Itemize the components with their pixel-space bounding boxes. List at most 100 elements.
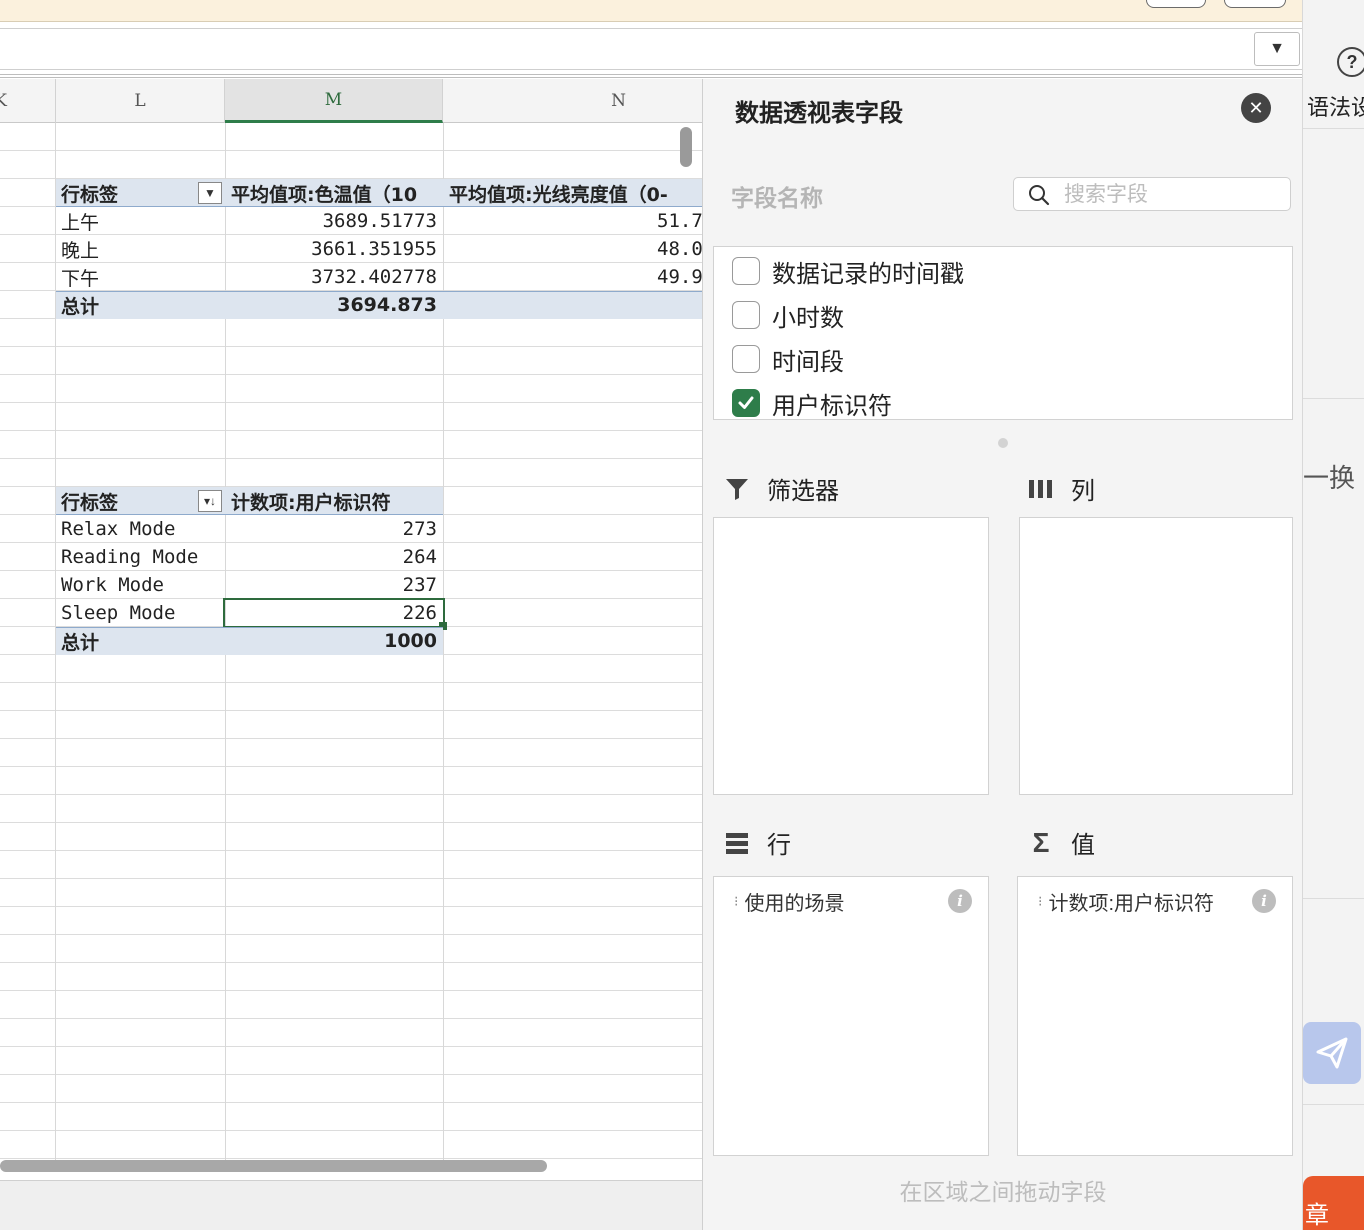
filters-area-label: 筛选器	[721, 471, 839, 506]
grid-row-line	[0, 319, 702, 347]
formula-bar[interactable]: ▼	[0, 28, 1302, 70]
pivot2-row-label-header[interactable]: 行标签	[56, 487, 196, 515]
pivot2-row-label[interactable]: Relax Mode	[56, 515, 224, 543]
field-item[interactable]: 时间段	[732, 339, 844, 379]
horizontal-scrollbar[interactable]	[0, 1160, 547, 1172]
pivot1-row-label[interactable]: 下午	[56, 263, 224, 291]
grid-row-line	[0, 711, 702, 739]
grid-row-line	[0, 851, 702, 879]
filter-icon	[721, 476, 753, 502]
field-checkbox-checked[interactable]	[732, 389, 760, 417]
pivot1-row-label[interactable]: 上午	[56, 207, 224, 235]
spreadsheet-grid[interactable]: K L M N 行标签 ▼ 平均值项:色温值（10 平均值项:光线亮度值（0- …	[0, 79, 702, 1180]
toolbar-divider	[0, 74, 1302, 78]
columns-drop-zone[interactable]	[1019, 517, 1293, 795]
grid-row-line	[0, 151, 702, 179]
pivot2-row-label[interactable]: Reading Mode	[56, 543, 224, 571]
pivot2-row-label[interactable]: Work Mode	[56, 571, 224, 599]
values-field-label: 计数项:用户标识符	[1048, 892, 1215, 915]
formula-expand-dropdown[interactable]: ▼	[1254, 32, 1300, 66]
grid-row-line	[0, 1103, 702, 1131]
pivot2-total-value[interactable]: 1000	[225, 627, 443, 655]
columns-icon	[1025, 478, 1057, 500]
column-header-k[interactable]: K	[0, 79, 56, 123]
field-search-box[interactable]	[1013, 177, 1291, 211]
grid-row-line	[0, 739, 702, 767]
grid-row-line	[0, 963, 702, 991]
rows-field-label: 使用的场景	[744, 892, 845, 915]
pivot2-value-header[interactable]: 计数项:用户标识符	[229, 487, 443, 515]
rows-drop-zone[interactable]: ⁝ 使用的场景 i	[713, 876, 989, 1156]
field-item[interactable]: 小时数	[732, 295, 844, 335]
notification-button-2[interactable]	[1224, 0, 1286, 8]
rows-area-label: 行	[721, 825, 791, 860]
pivot1-row-value-1[interactable]: 3732.402778	[225, 263, 443, 291]
pivot2-row-value[interactable]: 237	[225, 571, 443, 599]
grid-vline	[443, 123, 444, 1163]
rows-icon	[721, 830, 753, 856]
sidebar-text-grammar[interactable]: 语法设	[1307, 90, 1364, 122]
values-field-chip[interactable]: ⁝ 计数项:用户标识符	[1038, 887, 1214, 915]
values-label: 值	[1071, 832, 1095, 859]
grid-row-line	[0, 795, 702, 823]
pivot2-row-value[interactable]: 264	[225, 543, 443, 571]
pivot1-filter-button[interactable]: ▼	[198, 182, 222, 204]
column-header-l[interactable]: L	[56, 79, 225, 123]
pivot2-total-label[interactable]: 总计	[56, 627, 224, 655]
pivot1-total-label[interactable]: 总计	[56, 291, 224, 319]
grid-row-line	[0, 683, 702, 711]
grid-row-line	[0, 1131, 702, 1159]
send-icon	[1316, 1037, 1348, 1069]
column-header-m[interactable]: M	[225, 79, 443, 123]
grid-row-line	[0, 1047, 702, 1075]
grid-row-line	[0, 375, 702, 403]
sheet-tab-bar	[0, 1180, 702, 1230]
grid-row-line	[0, 431, 702, 459]
field-label: 小时数	[772, 304, 844, 332]
splitter-handle[interactable]	[998, 438, 1008, 448]
field-item[interactable]: 数据记录的时间戳	[732, 251, 964, 291]
pivot1-row-label-header[interactable]: 行标签	[56, 179, 196, 207]
pivot2-row-value[interactable]: 273	[225, 515, 443, 543]
help-icon[interactable]: ?	[1337, 47, 1364, 77]
pivot1-row-value-2[interactable]: 51.7	[657, 207, 702, 235]
pivot1-value-header-1[interactable]: 平均值项:色温值（10	[229, 179, 443, 207]
vertical-scrollbar[interactable]	[680, 127, 692, 167]
filters-drop-zone[interactable]	[713, 517, 989, 795]
field-checkbox[interactable]	[732, 257, 760, 285]
notification-bar	[0, 0, 1302, 22]
sidebar-orange-button[interactable]: 章	[1303, 1176, 1364, 1230]
grid-row-line	[0, 879, 702, 907]
pivot2-row-label[interactable]: Sleep Mode	[56, 599, 224, 627]
pivot1-row-value-2[interactable]: 49.9	[657, 263, 702, 291]
field-item[interactable]: 用户标识符	[732, 383, 892, 419]
grid-row-line	[0, 347, 702, 375]
close-panel-button[interactable]: ✕	[1241, 93, 1271, 123]
search-input[interactable]	[1064, 180, 1284, 208]
send-button[interactable]	[1303, 1022, 1361, 1084]
drag-hint: 在区域之间拖动字段	[899, 1179, 1107, 1205]
column-header-n[interactable]: N	[443, 79, 702, 123]
info-icon[interactable]: i	[1252, 889, 1276, 913]
pivot1-value-header-2[interactable]: 平均值项:光线亮度值（0-	[447, 179, 702, 207]
field-checkbox[interactable]	[732, 301, 760, 329]
pivot1-row-value-2[interactable]: 48.0	[657, 235, 702, 263]
info-icon[interactable]: i	[948, 889, 972, 913]
sidebar-text-switch[interactable]: 一换	[1303, 458, 1355, 495]
pivot1-row-value-1[interactable]: 3689.51773	[225, 207, 443, 235]
columns-area-label: 列	[1025, 471, 1095, 506]
pivot1-total-value[interactable]: 3694.873	[225, 291, 443, 319]
column-headers: K L M N	[0, 79, 702, 123]
pivot1-row-label[interactable]: 晚上	[56, 235, 224, 263]
rows-field-chip[interactable]: ⁝ 使用的场景	[734, 887, 844, 915]
dropdown-arrow-icon: ▼	[204, 186, 216, 200]
pivot1-row-value-1[interactable]: 3661.351955	[225, 235, 443, 263]
pivot2-sort-filter-button[interactable]: ▾↓	[198, 490, 222, 512]
close-icon: ✕	[1248, 97, 1264, 118]
field-checkbox[interactable]	[732, 345, 760, 373]
values-drop-zone[interactable]: ⁝ 计数项:用户标识符 i	[1017, 876, 1293, 1156]
orange-button-label: 章	[1305, 1202, 1329, 1229]
panel-title: 数据透视表字段	[735, 100, 903, 127]
notification-button-1[interactable]	[1146, 0, 1206, 8]
sidebar-divider	[1303, 1104, 1364, 1105]
